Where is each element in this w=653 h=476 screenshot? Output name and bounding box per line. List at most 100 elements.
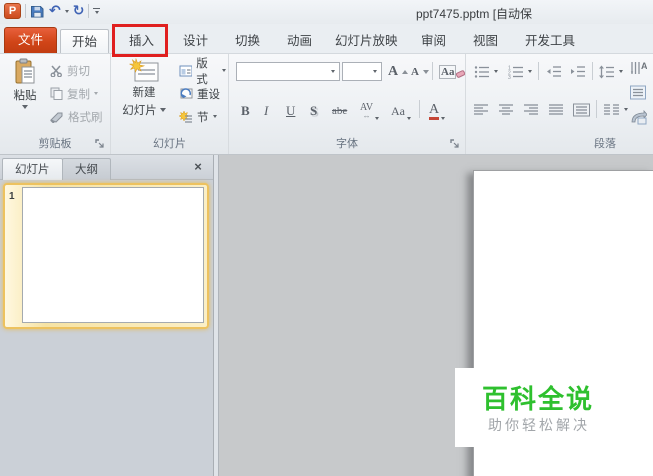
font-group-label: 字体 [336,138,358,150]
section-button[interactable]: 节 [177,106,219,127]
font-color-button[interactable]: A [427,99,447,120]
text-shadow-button[interactable]: S [308,99,319,120]
decrease-indent-icon [547,66,561,77]
tab-design[interactable]: 设计 [172,29,219,53]
watermark-box: 百科全说 助你轻松解决 [455,368,653,447]
paste-icon [15,58,35,84]
text-direction-button[interactable]: A [628,57,649,78]
slides-outline-panel: 幻灯片 大纲 × 1 [0,155,213,476]
shrink-font-arrow-icon [422,69,429,74]
font-name-combobox[interactable] [236,62,340,81]
tab-home[interactable]: 开始 [60,29,110,54]
numbering-button[interactable]: 123 [506,61,534,82]
undo-icon[interactable]: ↶ [49,3,61,19]
grow-font-button[interactable]: A [386,61,410,82]
slide-editing-canvas[interactable]: 百科全说 助你轻松解决 [219,155,653,476]
font-name-dropdown-icon [331,70,335,73]
distributed-icon [573,103,590,116]
ribbon-tab-row: 文件 开始 插入 设计 切换 动画 幻灯片放映 审阅 视图 开发工具 [0,24,653,54]
format-painter-button[interactable]: 格式刷 [48,106,105,127]
columns-icon [604,104,619,115]
copy-dropdown-icon [94,92,98,95]
increase-indent-icon [571,66,585,77]
change-case-dropdown-icon [407,117,411,120]
watermark-title: 百科全说 [482,384,595,414]
new-slide-button[interactable]: 新建 幻灯片 [117,58,171,118]
underline-button[interactable]: U [284,99,297,120]
tab-transitions[interactable]: 切换 [224,29,271,53]
save-icon[interactable] [30,4,45,19]
tab-slideshow[interactable]: 幻灯片放映 [324,29,409,53]
tab-view[interactable]: 视图 [462,29,509,53]
content-area: 幻灯片 大纲 × 1 百科全说 助你轻松解决 [0,155,653,476]
bold-button[interactable]: B [239,99,252,120]
font-size-combobox[interactable] [342,62,382,81]
font-color-dropdown-icon [441,117,446,120]
tab-file[interactable]: 文件 [4,27,58,53]
clipboard-group-label: 剪贴板 [38,138,72,150]
clear-formatting-button[interactable]: Aa [437,61,467,82]
divider [432,62,433,80]
panel-tab-slides[interactable]: 幻灯片 [2,158,63,180]
cut-button[interactable]: 剪切 [48,60,92,81]
line-spacing-icon [599,65,614,78]
change-case-button[interactable]: Aa [389,99,413,120]
new-slide-label-line1: 新建 [132,87,156,99]
paste-label: 粘贴 [13,90,37,102]
layout-dropdown-icon [222,69,226,72]
character-spacing-button[interactable]: AV ↔ [358,99,381,120]
reset-icon [180,88,193,99]
divider [88,4,90,18]
convert-smartart-button[interactable] [628,107,649,128]
increase-indent-button[interactable] [568,61,588,82]
justify-button[interactable] [547,99,566,120]
reset-button[interactable]: 重设 [177,83,222,104]
bullets-button[interactable] [472,61,500,82]
character-spacing-dropdown-icon [375,117,380,120]
align-text-icon [630,85,646,99]
align-right-icon [524,104,538,115]
eraser-icon [456,70,466,78]
copy-label: 复制 [67,88,90,101]
svg-text:3: 3 [508,75,511,79]
layout-button[interactable]: 版式 [177,58,228,86]
bullets-dropdown-icon [494,70,498,73]
strikethrough-button[interactable]: abe [330,99,349,120]
align-left-button[interactable] [472,99,491,120]
align-right-button[interactable] [522,99,541,120]
tab-animations[interactable]: 动画 [276,29,323,53]
redo-icon[interactable]: ↻ [73,3,85,19]
format-painter-label: 格式刷 [68,111,103,124]
divider [538,62,539,80]
tab-developer[interactable]: 开发工具 [514,29,586,53]
shrink-font-button[interactable]: A [409,61,431,82]
slide-thumbnail-selected[interactable]: 1 [3,183,209,329]
panel-tab-outline[interactable]: 大纲 [62,158,111,180]
clipboard-dialog-launcher-icon[interactable] [95,139,106,150]
paste-button[interactable]: 粘贴 [5,58,45,109]
panel-close-icon[interactable]: × [190,159,206,174]
customize-qat-icon[interactable] [93,8,101,14]
smartart-icon [631,110,647,125]
undo-dropdown-icon[interactable] [64,9,69,13]
align-text-button[interactable] [628,82,649,103]
watermark-subtitle: 助你轻松解决 [488,417,590,433]
columns-button[interactable] [602,99,630,120]
powerpoint-logo-icon[interactable]: P [4,3,21,19]
grow-font-arrow-icon [402,69,409,74]
layout-label: 版式 [196,57,208,86]
italic-button[interactable]: I [262,99,270,120]
divider [596,100,597,118]
font-size-dropdown-icon [373,70,377,73]
format-painter-icon [50,112,63,123]
window-title: ppt7475.pptm [自动保 [416,7,533,21]
paste-dropdown-icon [22,105,28,109]
line-spacing-button[interactable] [597,61,625,82]
align-center-button[interactable] [497,99,516,120]
tab-review[interactable]: 审阅 [410,29,457,53]
group-slides: 新建 幻灯片 版式 重设 节 幻灯片 [111,54,229,154]
copy-button[interactable]: 复制 [48,83,100,104]
font-dialog-launcher-icon[interactable] [450,139,461,150]
distributed-button[interactable] [571,99,592,120]
decrease-indent-button[interactable] [544,61,564,82]
